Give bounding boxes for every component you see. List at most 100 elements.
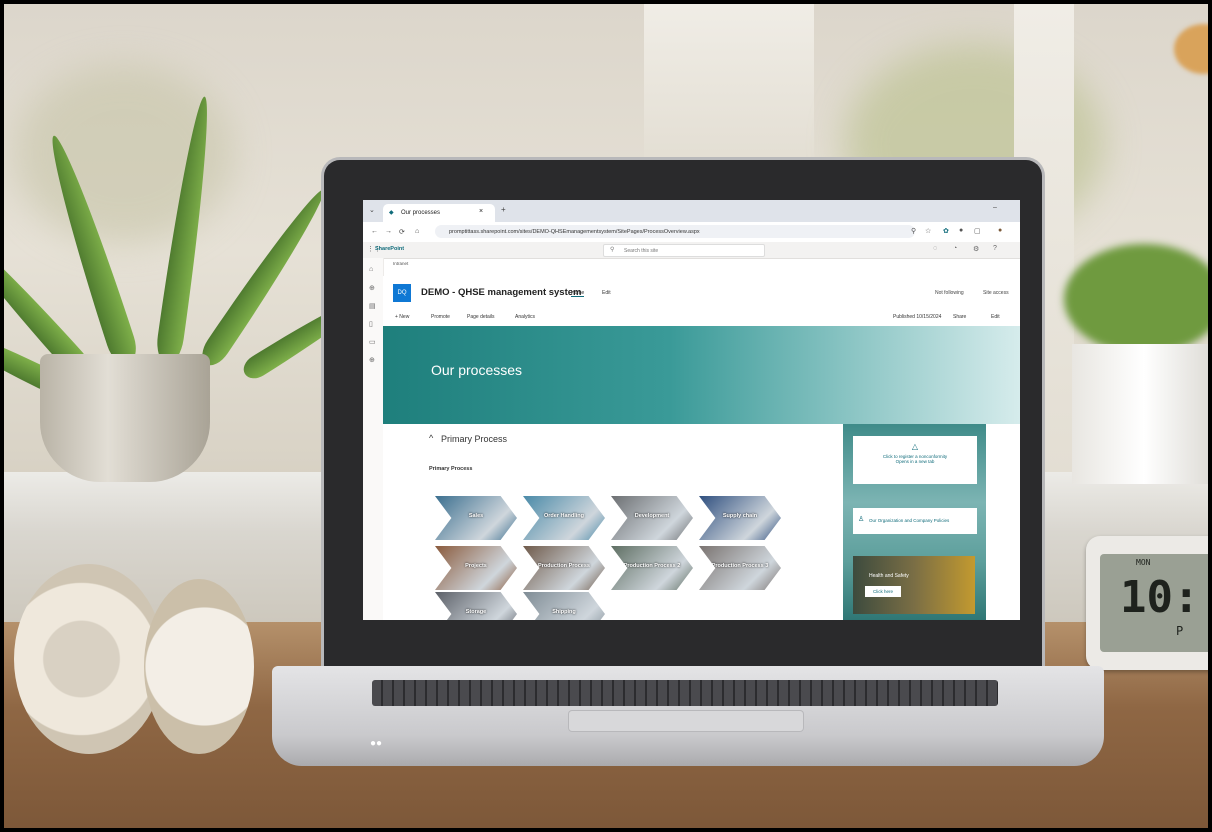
news-rail-icon[interactable]: ▤ — [369, 302, 376, 310]
browser-address-bar: ← → ⟳ ⌂ promptittass.sharepoint.com/site… — [363, 222, 1020, 243]
plant-pot — [40, 354, 210, 482]
files-rail-icon[interactable]: ▯ — [369, 320, 373, 328]
warning-icon: △ — [911, 442, 919, 451]
health-safety-title: Health and Safety — [869, 573, 909, 579]
home-rail-icon[interactable]: ⌂ — [369, 266, 373, 273]
process-chevron[interactable]: Sales — [435, 496, 517, 540]
search-placeholder: Search this site — [624, 247, 659, 254]
health-safety-card: Health and Safety Click here — [853, 556, 975, 614]
lists-rail-icon[interactable]: ▭ — [369, 338, 376, 346]
globe-rail-icon[interactable]: ⊕ — [369, 284, 375, 292]
forward-icon[interactable]: → — [385, 228, 392, 235]
breadcrumb[interactable]: Intranet — [393, 261, 408, 266]
edit-button[interactable]: Edit — [991, 314, 1000, 320]
extension-icon[interactable]: ✿ — [943, 227, 949, 235]
favorite-star-icon[interactable]: ☆ — [925, 227, 931, 235]
chat-icon[interactable]: ◌ — [933, 245, 937, 252]
window-minimize-icon[interactable]: – — [993, 204, 997, 211]
process-chevron[interactable]: Order Handling — [523, 496, 605, 540]
page-title: Our processes — [431, 362, 523, 378]
profile-icon[interactable]: ● — [959, 227, 963, 234]
settings-icon[interactable]: ⚙ — [973, 245, 979, 253]
tab-menu-icon[interactable]: ⌄ — [369, 206, 375, 214]
headphone-left — [14, 564, 164, 754]
browser-tab[interactable]: ◆ Our processes × — [383, 204, 495, 222]
process-label: Projects — [465, 563, 487, 569]
reload-icon[interactable]: ⟳ — [399, 228, 405, 236]
process-label: Supply chain — [722, 513, 758, 519]
site-search[interactable]: ⚲ Search this site — [603, 244, 765, 257]
laptop-keyboard — [372, 680, 998, 706]
process-label: Sales — [468, 513, 484, 519]
help-icon[interactable]: ? — [993, 245, 997, 252]
tab-title: Our processes — [401, 210, 441, 216]
tab-close-icon[interactable]: × — [479, 208, 483, 215]
collapse-chevron-icon[interactable]: ^ — [429, 433, 433, 443]
organization-card[interactable]: ♙ Our Organization and Company Policies — [853, 508, 977, 534]
process-chevron[interactable]: Projects — [435, 546, 517, 590]
process-chevron[interactable]: Production Process 2 — [611, 546, 693, 590]
nav-home[interactable]: Home — [571, 290, 585, 297]
photo-scene: MON 10: P ⌄ ◆ Our processes × + – ← → ⟳ … — [0, 0, 1212, 832]
page-banner: Our processes — [383, 326, 1020, 424]
clock-day: MON — [1136, 558, 1151, 567]
process-label: Production Process 2 — [623, 563, 681, 569]
analytics-button[interactable]: Analytics — [515, 314, 535, 320]
section-title[interactable]: Primary Process — [441, 434, 507, 444]
follow-button[interactable]: Not following — [935, 290, 964, 296]
site-header: DQ DEMO - QHSE management system Home Ed… — [383, 276, 1020, 310]
plant-pot-right — [1072, 344, 1208, 484]
process-label: Production Process — [538, 563, 590, 569]
process-chevron[interactable]: Shipping — [523, 592, 605, 620]
new-button[interactable]: + New — [395, 314, 409, 320]
sharepoint-brand[interactable]: SharePoint — [375, 246, 404, 252]
process-chevron[interactable]: Supply chain — [699, 496, 781, 540]
section-subtitle: Primary Process — [429, 466, 473, 472]
organization-link: Our Organization and Company Policies — [869, 518, 950, 523]
plant-right-leaves — [1064, 244, 1208, 354]
share-button[interactable]: Share — [953, 314, 966, 320]
side-panel: △ Click to register a nonconformity Open… — [843, 424, 986, 620]
command-bar: + New Promote Page details Analytics Pub… — [383, 310, 1020, 327]
main-content: ^ Primary Process Primary Process Sales O… — [383, 424, 843, 620]
process-chevron[interactable]: Production Process — [523, 546, 605, 590]
notifications-icon[interactable]: ◔ — [953, 245, 957, 252]
home-icon[interactable]: ⌂ — [415, 228, 419, 235]
laptop-screen: ⌄ ◆ Our processes × + – ← → ⟳ ⌂ promptit… — [363, 200, 1020, 620]
create-rail-icon[interactable]: ⊕ — [369, 356, 375, 364]
published-status: Published 10/15/2024 — [893, 314, 942, 320]
new-tab-button[interactable]: + — [501, 205, 506, 214]
nonconformity-card[interactable]: △ Click to register a nonconformity Open… — [853, 436, 977, 484]
health-safety-button[interactable]: Click here — [865, 586, 901, 597]
process-label: Order Handling — [543, 513, 585, 519]
desk-clock: MON 10: P — [1086, 536, 1208, 670]
organization-icon: ♙ — [858, 516, 865, 523]
clock-display: MON 10: P — [1100, 554, 1208, 652]
nav-edit[interactable]: Edit — [602, 290, 611, 296]
search-icon: ⚲ — [610, 247, 615, 253]
page-details-button[interactable]: Page details — [467, 314, 495, 320]
site-access-button[interactable]: Site access — [983, 290, 1009, 296]
clock-ampm: P — [1176, 624, 1184, 638]
process-label: Production Process 3 — [711, 563, 769, 569]
process-chevron[interactable]: Storage — [435, 592, 517, 620]
promote-button[interactable]: Promote — [431, 314, 450, 320]
site-logo[interactable]: DQ — [393, 284, 411, 302]
sharepoint-left-rail: ⌂ ⊕ ▤ ▯ ▭ ⊕ — [363, 258, 384, 620]
process-label: Storage — [465, 609, 487, 615]
process-chevron[interactable]: Development — [611, 496, 693, 540]
laptop-indicator-lights: ●● — [370, 738, 383, 749]
avatar-icon[interactable]: ● — [998, 227, 1002, 234]
url-field[interactable]: promptittass.sharepoint.com/sites/DEMO-Q… — [435, 225, 915, 238]
zoom-icon[interactable]: ⚲ — [911, 227, 916, 235]
laptop-touchpad — [568, 710, 804, 732]
back-icon[interactable]: ← — [371, 228, 378, 235]
headphone-right — [144, 579, 254, 754]
window-frame — [644, 4, 814, 164]
site-title[interactable]: DEMO - QHSE management system — [421, 287, 582, 298]
process-chevron[interactable]: Production Process 3 — [699, 546, 781, 590]
collections-icon[interactable]: ▢ — [974, 227, 981, 235]
browser-tab-bar: ⌄ ◆ Our processes × + – — [363, 200, 1020, 222]
clock-time: 10: — [1120, 572, 1200, 623]
process-label: Shipping — [552, 609, 576, 615]
